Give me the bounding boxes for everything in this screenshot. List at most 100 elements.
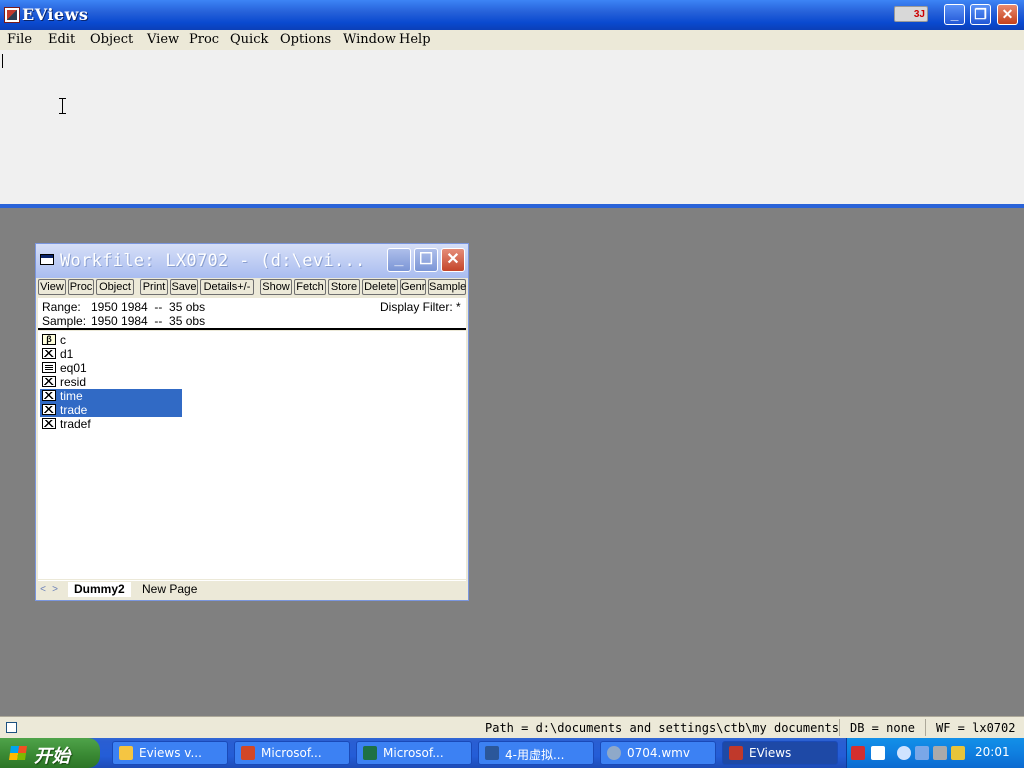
menu-object[interactable]: Object [90, 32, 133, 47]
toolbar-delete-button[interactable]: Delete [362, 279, 398, 295]
object-name: trade [60, 403, 88, 417]
media-player-icon [607, 746, 621, 760]
workfile-info-panel: Range: 1950 1984 -- 35 obs Sample: 1950 … [38, 298, 466, 330]
toolbar-show-button[interactable]: Show [260, 279, 292, 295]
excel-icon [363, 746, 377, 760]
list-item[interactable]: β c [40, 333, 182, 347]
taskbar-item-word[interactable]: 4-用虚拟... [478, 741, 594, 765]
text-caret [2, 54, 3, 68]
sample-label: Sample: [42, 314, 87, 328]
status-bar: Path = d:\documents and settings\ctb\my … [0, 716, 1024, 738]
workfile-toolbar: View Proc Object Print Save Details+/- S… [38, 279, 466, 297]
workfile-title-bar[interactable]: Workfile: LX0702 - (d:\evi... _ ☐ ✕ [36, 244, 468, 278]
menu-quick[interactable]: Quick [230, 32, 268, 47]
taskbar-item-media-player[interactable]: 0704.wmv [600, 741, 716, 765]
workfile-window: Workfile: LX0702 - (d:\evi... _ ☐ ✕ View… [35, 243, 469, 601]
toolbar-genr-button[interactable]: Genr [400, 279, 426, 295]
minimize-icon: _ [394, 251, 404, 268]
eviews-app-icon[interactable] [4, 7, 20, 23]
status-path: Path = d:\documents and settings\ctb\my … [485, 721, 840, 735]
toolbar-print-button[interactable]: Print [140, 279, 168, 295]
close-icon: ✕ [1001, 6, 1014, 22]
expand-tray-icon[interactable] [897, 746, 911, 760]
series-icon [42, 418, 56, 429]
ibeam-cursor-icon [58, 98, 68, 114]
menu-file[interactable]: File [7, 32, 32, 47]
toolbar-view-button[interactable]: View [38, 279, 66, 295]
ime-indicator-icon[interactable]: 3J [894, 6, 928, 22]
powerpoint-icon [241, 746, 255, 760]
restore-icon: ❐ [974, 6, 987, 22]
maximize-icon: ☐ [418, 251, 434, 268]
task-label: Eviews v... [139, 746, 202, 760]
object-name: time [60, 389, 83, 403]
menu-help[interactable]: Help [399, 32, 431, 47]
list-item[interactable]: resid [40, 375, 182, 389]
volume-tray-icon[interactable] [933, 746, 947, 760]
taskbar-item-powerpoint[interactable]: Microsof... [234, 741, 350, 765]
security-shield-icon[interactable] [951, 746, 965, 760]
tab-dummy2[interactable]: Dummy2 [68, 582, 131, 597]
tab-scroll-left-icon[interactable]: < [38, 584, 48, 596]
toolbar-store-button[interactable]: Store [328, 279, 360, 295]
list-item-selected[interactable]: trade [40, 403, 182, 417]
workfile-object-list[interactable]: β c d1 eq01 resid time trade tradef [38, 331, 466, 579]
status-separator [839, 719, 840, 736]
network-tray-icon[interactable] [915, 746, 929, 760]
list-item-selected[interactable]: time [40, 389, 182, 403]
toolbar-sample-button[interactable]: Sample [428, 279, 466, 295]
series-icon [42, 404, 56, 415]
clock[interactable]: 20:01 [975, 745, 1010, 759]
folder-icon [119, 746, 133, 760]
app-title: EViews [22, 5, 89, 24]
minimize-button[interactable]: _ [944, 4, 965, 25]
taskbar-item-excel[interactable]: Microsof... [356, 741, 472, 765]
help-tray-icon[interactable] [871, 746, 885, 760]
list-item[interactable]: d1 [40, 347, 182, 361]
range-label: Range: [42, 300, 81, 314]
start-button[interactable]: 开始 [0, 738, 100, 768]
tab-scroll-right-icon[interactable]: > [50, 584, 60, 596]
taskbar-item-eviews-folder[interactable]: Eviews v... [112, 741, 228, 765]
toolbar-proc-button[interactable]: Proc [68, 279, 94, 295]
menu-proc[interactable]: Proc [189, 32, 219, 47]
object-name: eq01 [60, 361, 87, 375]
taskbar-item-eviews[interactable]: EViews [722, 741, 838, 765]
system-tray: 20:01 [846, 738, 1024, 768]
antivirus-tray-icon[interactable] [851, 746, 865, 760]
toolbar-fetch-button[interactable]: Fetch [294, 279, 326, 295]
list-item[interactable]: eq01 [40, 361, 182, 375]
toolbar-object-button[interactable]: Object [96, 279, 134, 295]
menu-options[interactable]: Options [280, 32, 331, 47]
menu-bar: File Edit Object View Proc Quick Options… [0, 30, 1024, 50]
range-value: 1950 1984 -- 35 obs [91, 300, 206, 314]
menu-edit[interactable]: Edit [48, 32, 75, 47]
task-label: 0704.wmv [627, 746, 690, 760]
workfile-close-button[interactable]: ✕ [441, 248, 465, 272]
minimize-icon: _ [950, 6, 959, 22]
workfile-minimize-button[interactable]: _ [387, 248, 411, 272]
display-filter[interactable]: Display Filter: * [380, 300, 461, 314]
workfile-title: Workfile: LX0702 - (d:\evi... [60, 251, 366, 271]
object-name: d1 [60, 347, 74, 361]
start-label: 开始 [34, 746, 70, 767]
command-window[interactable] [0, 50, 1024, 204]
object-name: tradef [60, 417, 91, 431]
app-title-bar[interactable]: EViews 3J _ ❐ ✕ [0, 0, 1024, 30]
status-checkbox[interactable] [6, 722, 17, 733]
toolbar-save-button[interactable]: Save [170, 279, 198, 295]
workfile-window-icon[interactable] [40, 254, 54, 265]
workfile-maximize-button[interactable]: ☐ [414, 248, 438, 272]
task-label: EViews [749, 746, 792, 760]
object-name: resid [60, 375, 87, 389]
series-icon [42, 390, 56, 401]
menu-window[interactable]: Window [343, 32, 396, 47]
toolbar-details-button[interactable]: Details+/- [200, 279, 254, 295]
command-window-splitter[interactable] [0, 204, 1024, 208]
restore-button[interactable]: ❐ [970, 4, 991, 25]
menu-view[interactable]: View [147, 32, 179, 47]
close-button[interactable]: ✕ [997, 4, 1018, 25]
tab-new-page[interactable]: New Page [136, 582, 203, 597]
list-item[interactable]: tradef [40, 417, 182, 431]
task-label: Microsof... [261, 746, 322, 760]
